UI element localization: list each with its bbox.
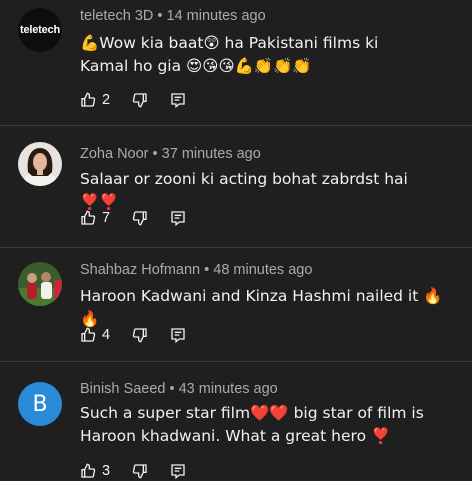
meta-separator: • [152, 146, 162, 162]
reply-button[interactable] [170, 463, 186, 479]
meta-separator: • [157, 8, 167, 24]
like-button[interactable]: 3 [80, 463, 110, 479]
comment-time[interactable]: 48 minutes ago [213, 262, 312, 278]
like-button[interactable]: 7 [80, 210, 110, 226]
comment-author[interactable]: Binish Saeed [80, 381, 165, 397]
reply-button[interactable] [170, 327, 186, 343]
thumbs-down-icon [132, 328, 147, 343]
reply-button[interactable] [170, 210, 186, 226]
comment-actions: 4 [80, 324, 208, 346]
thumbs-down-icon [132, 93, 147, 108]
avatar[interactable] [18, 142, 62, 186]
comment-meta: teletech 3D • 14 minutes ago [80, 8, 266, 24]
dislike-button[interactable] [132, 92, 148, 108]
meta-separator: • [169, 381, 179, 397]
meta-separator: • [204, 262, 214, 278]
reply-icon [171, 464, 185, 479]
like-count: 7 [102, 210, 111, 226]
like-count: 3 [102, 463, 111, 479]
comment-author[interactable]: Shahbaz Hofmann [80, 262, 200, 278]
avatar[interactable] [18, 262, 62, 306]
comment-time[interactable]: 43 minutes ago [179, 381, 278, 397]
comment-meta: Shahbaz Hofmann • 48 minutes ago [80, 262, 312, 278]
comment-text-line: 💪Wow kia baat😲 ha Pakistani films ki [80, 34, 379, 52]
reply-icon [171, 211, 185, 226]
like-button[interactable]: 2 [80, 92, 110, 108]
reply-icon [171, 328, 185, 343]
comment-item: teletech teletech 3D • 14 minutes ago 💪W… [0, 0, 472, 125]
dislike-button[interactable] [132, 327, 148, 343]
avatar[interactable]: teletech [18, 8, 62, 52]
comment-item: Zoha Noor • 37 minutes ago Salaar or zoo… [0, 126, 472, 247]
thumbs-down-icon [132, 211, 147, 226]
avatar[interactable]: B [18, 382, 62, 426]
reply-icon [171, 93, 185, 108]
like-count: 2 [102, 92, 111, 108]
thumbs-up-icon [81, 463, 96, 478]
comment-text-line: Such a super star film❤️❤️ big star of f… [80, 404, 424, 422]
like-button[interactable]: 4 [80, 327, 110, 343]
thumbs-down-icon [132, 464, 147, 479]
comment-text: 💪Wow kia baat😲 ha Pakistani films ki Kam… [80, 32, 450, 78]
comment-actions: 7 [80, 207, 208, 229]
dislike-button[interactable] [132, 210, 148, 226]
reply-button[interactable] [170, 92, 186, 108]
avatar-letter: B [32, 391, 48, 417]
thumbs-up-icon [81, 92, 96, 107]
comment-actions: 3 [80, 460, 208, 481]
dislike-button[interactable] [132, 463, 148, 479]
comment-item: Shahbaz Hofmann • 48 minutes ago Haroon … [0, 248, 472, 361]
avatar-photo [18, 262, 62, 306]
comment-text-line: Kamal ho gia 😍😘😘💪👏👏👏 [80, 57, 312, 75]
comment-text: Such a super star film❤️❤️ big star of f… [80, 402, 450, 448]
comment-text-line: Haroon khadwani. What a great hero ❣️ [80, 427, 391, 445]
comment-meta: Zoha Noor • 37 minutes ago [80, 146, 261, 162]
comment-author[interactable]: Zoha Noor [80, 146, 149, 162]
thumbs-up-icon [81, 210, 96, 225]
comment-time[interactable]: 37 minutes ago [162, 146, 261, 162]
comment-time[interactable]: 14 minutes ago [167, 8, 266, 24]
comment-meta: Binish Saeed • 43 minutes ago [80, 381, 278, 397]
comment-author[interactable]: teletech 3D [80, 8, 153, 24]
thumbs-up-icon [81, 327, 96, 342]
like-count: 4 [102, 327, 111, 343]
comment-actions: 2 [80, 89, 208, 111]
comment-item: B Binish Saeed • 43 minutes ago Such a s… [0, 362, 472, 481]
avatar-logo-text: teletech [20, 24, 60, 36]
avatar-photo [18, 142, 62, 186]
